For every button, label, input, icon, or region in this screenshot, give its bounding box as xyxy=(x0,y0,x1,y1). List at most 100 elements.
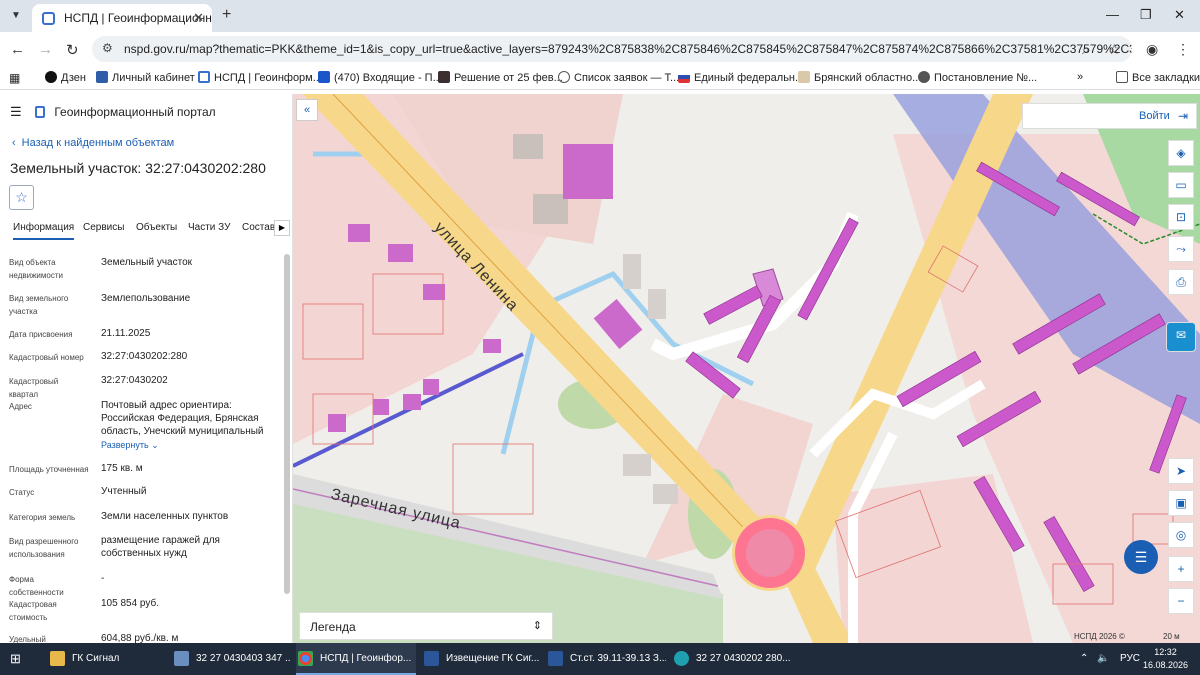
tab-parts[interactable]: Части ЗУ xyxy=(188,222,230,233)
minimize-icon[interactable]: — xyxy=(1106,7,1119,22)
feedback-icon[interactable]: ✉ xyxy=(1166,322,1196,352)
browser-tab-active[interactable]: НСПД | Геоинформационный ✕ xyxy=(32,4,212,32)
bookmark-item[interactable]: Личный кабинет xyxy=(96,71,195,84)
zoom-out-icon[interactable]: − xyxy=(1168,588,1194,614)
chevron-left-icon: ‹ xyxy=(12,137,16,149)
bookmark-item[interactable]: Дзен xyxy=(45,71,86,84)
taskbar-label: ГК Сигнал xyxy=(72,653,120,664)
prop-label: Площадь уточненная xyxy=(9,465,89,474)
reload-icon[interactable]: ↻ xyxy=(66,41,79,59)
bookmark-item[interactable]: Список заявок — Т... xyxy=(558,71,679,84)
tab-search-icon[interactable]: ▼ xyxy=(6,6,26,26)
apps-grid-icon[interactable]: ▦ xyxy=(9,71,20,85)
prop-value: Почтовый адрес ориентира: Российская Фед… xyxy=(101,400,264,437)
layers-icon[interactable]: ◈ xyxy=(1168,140,1194,166)
locate-icon[interactable]: ➤ xyxy=(1168,458,1194,484)
cabinet-icon xyxy=(96,71,108,83)
zoom-area-icon[interactable]: ⊡ xyxy=(1168,204,1194,230)
taskbar-item[interactable]: Извещение ГК Сиг... xyxy=(422,643,542,675)
volume-icon[interactable]: 🔈 xyxy=(1097,653,1109,664)
tabs-scroll-right-icon[interactable]: ▶ xyxy=(274,220,290,236)
portal-header: ☰ Геоинформационный портал xyxy=(10,104,216,120)
bookmark-label: Постановление №... xyxy=(934,72,1038,84)
taskbar-item[interactable]: 32 27 0430202 280... xyxy=(672,643,792,675)
bookmarks-bar: ▦ Дзен Личный кабинет НСПД | Геоинформ..… xyxy=(0,66,1200,90)
url-input[interactable]: ⚙ nspd.gov.ru/map?thematic=PKK&theme_id=… xyxy=(92,36,1132,62)
browser-menu-icon[interactable]: ⋮ xyxy=(1176,41,1190,58)
taskbar-item[interactable]: ГК Сигнал xyxy=(48,643,168,675)
close-window-icon[interactable]: ✕ xyxy=(1174,7,1185,23)
prop-value: Земельный участок xyxy=(101,257,193,268)
windows-start-icon[interactable]: ⊞ xyxy=(10,652,24,666)
ruler-icon[interactable]: ▭ xyxy=(1168,172,1194,198)
login-button[interactable]: Войти ⇥ xyxy=(1022,103,1197,129)
tab-information[interactable]: Информация xyxy=(13,222,75,240)
bookmark-item[interactable]: (470) Входящие - П... xyxy=(318,71,442,84)
back-to-results-link[interactable]: ‹ Назад к найденным объектам xyxy=(12,137,174,149)
back-link-label: Назад к найденным объектам xyxy=(21,137,175,149)
bookmark-label: Решение от 25 фев... xyxy=(454,72,563,84)
tray-chevron-up-icon[interactable]: ⌃ xyxy=(1080,653,1088,664)
bookmark-star-icon[interactable]: ☆ xyxy=(1108,41,1121,58)
tab-services[interactable]: Сервисы xyxy=(83,222,124,233)
prop-value: 175 кв. м xyxy=(101,463,143,474)
bookmark-item[interactable]: Постановление №... xyxy=(918,71,1037,84)
language-indicator[interactable]: РУС xyxy=(1120,653,1140,664)
map-canvas[interactable]: улица Ленина Заречная улица « Войти ⇥ ◈ ▭… xyxy=(293,94,1200,643)
back-icon[interactable]: ← xyxy=(10,41,25,58)
menu-icon[interactable]: ☰ xyxy=(10,104,22,119)
bookmark-label: Единый федеральн... xyxy=(694,72,805,84)
expand-label: Развернуть xyxy=(101,440,149,450)
profile-icon[interactable]: ◉ xyxy=(1146,41,1158,58)
globe-icon xyxy=(918,71,930,83)
prop-label: Форма собственности xyxy=(9,575,64,597)
legend-dropdown[interactable]: Легенда ⇕ xyxy=(299,612,553,640)
prop-value: 21.11.2025 xyxy=(101,328,151,339)
prop-label: Вид разрешенного использования xyxy=(9,537,79,559)
map-view-icon[interactable]: ▣ xyxy=(1168,490,1194,516)
bookmark-label: Личный кабинет xyxy=(112,72,195,84)
bookmark-item[interactable]: Единый федеральн... xyxy=(678,71,804,84)
folder-icon xyxy=(1116,71,1128,83)
bookmark-label: (470) Входящие - П... xyxy=(334,72,442,84)
browser-tab-bar: ▼ НСПД | Геоинформационный ✕ + — ❐ ✕ xyxy=(0,0,1200,32)
prop-label: Кадастровая стоимость xyxy=(9,600,57,622)
chat-icon[interactable]: ☰ xyxy=(1124,540,1158,574)
favorite-star-icon[interactable]: ☆ xyxy=(9,185,34,210)
zoom-in-icon[interactable]: + xyxy=(1168,556,1194,582)
share-icon[interactable]: ⤳ xyxy=(1168,236,1194,262)
emblem-icon xyxy=(798,71,810,83)
address-bar: ← → ↻ ⚙ nspd.gov.ru/map?thematic=PKK&the… xyxy=(0,32,1200,66)
zoom-icon[interactable]: ⌕ xyxy=(1082,41,1090,58)
tab-composition[interactable]: Состав xyxy=(242,222,275,233)
taskbar-item[interactable]: Ст.ст. 39.11-39.13 З... xyxy=(546,643,666,675)
print-icon[interactable]: ⎙ xyxy=(1168,269,1194,295)
prop-label: Статус xyxy=(9,488,35,497)
bookmark-item[interactable]: Решение от 25 фев... xyxy=(438,71,563,84)
maximize-icon[interactable]: ❐ xyxy=(1140,7,1152,23)
pin-icon[interactable]: ◎ xyxy=(1168,522,1194,548)
taskbar-item[interactable]: 32 27 0430403 347 ... xyxy=(172,643,290,675)
edge-icon xyxy=(674,651,689,666)
forward-icon[interactable]: → xyxy=(38,41,53,58)
taskbar-item[interactable]: НСПД | Геоинфор... xyxy=(296,643,416,675)
prop-label: Категория земель xyxy=(9,513,76,522)
expand-address-link[interactable]: Развернуть ⌄ xyxy=(101,440,159,451)
new-tab-icon[interactable]: + xyxy=(222,6,231,24)
flag-icon xyxy=(678,71,690,83)
site-info-icon[interactable]: ⚙ xyxy=(102,41,113,55)
bookmark-item[interactable]: НСПД | Геоинформ... xyxy=(198,71,322,84)
close-tab-icon[interactable]: ✕ xyxy=(193,10,204,26)
word-icon xyxy=(424,651,439,666)
bookmark-item[interactable]: Брянский областно... xyxy=(798,71,921,84)
bookmark-item[interactable]: Все закладки xyxy=(1116,71,1200,84)
sidebar-scrollbar[interactable] xyxy=(284,254,290,594)
map-copyright: НСПД 2026 © xyxy=(1074,632,1125,641)
more-bookmarks-icon[interactable]: » xyxy=(1077,71,1083,83)
tab-objects[interactable]: Объекты xyxy=(136,222,177,233)
mail-icon xyxy=(318,71,330,83)
collapse-panel-icon[interactable]: « xyxy=(296,99,318,121)
dzen-icon xyxy=(45,71,57,83)
system-clock[interactable]: 12:32 16.08.2026 xyxy=(1143,646,1188,672)
document-icon xyxy=(438,71,450,83)
